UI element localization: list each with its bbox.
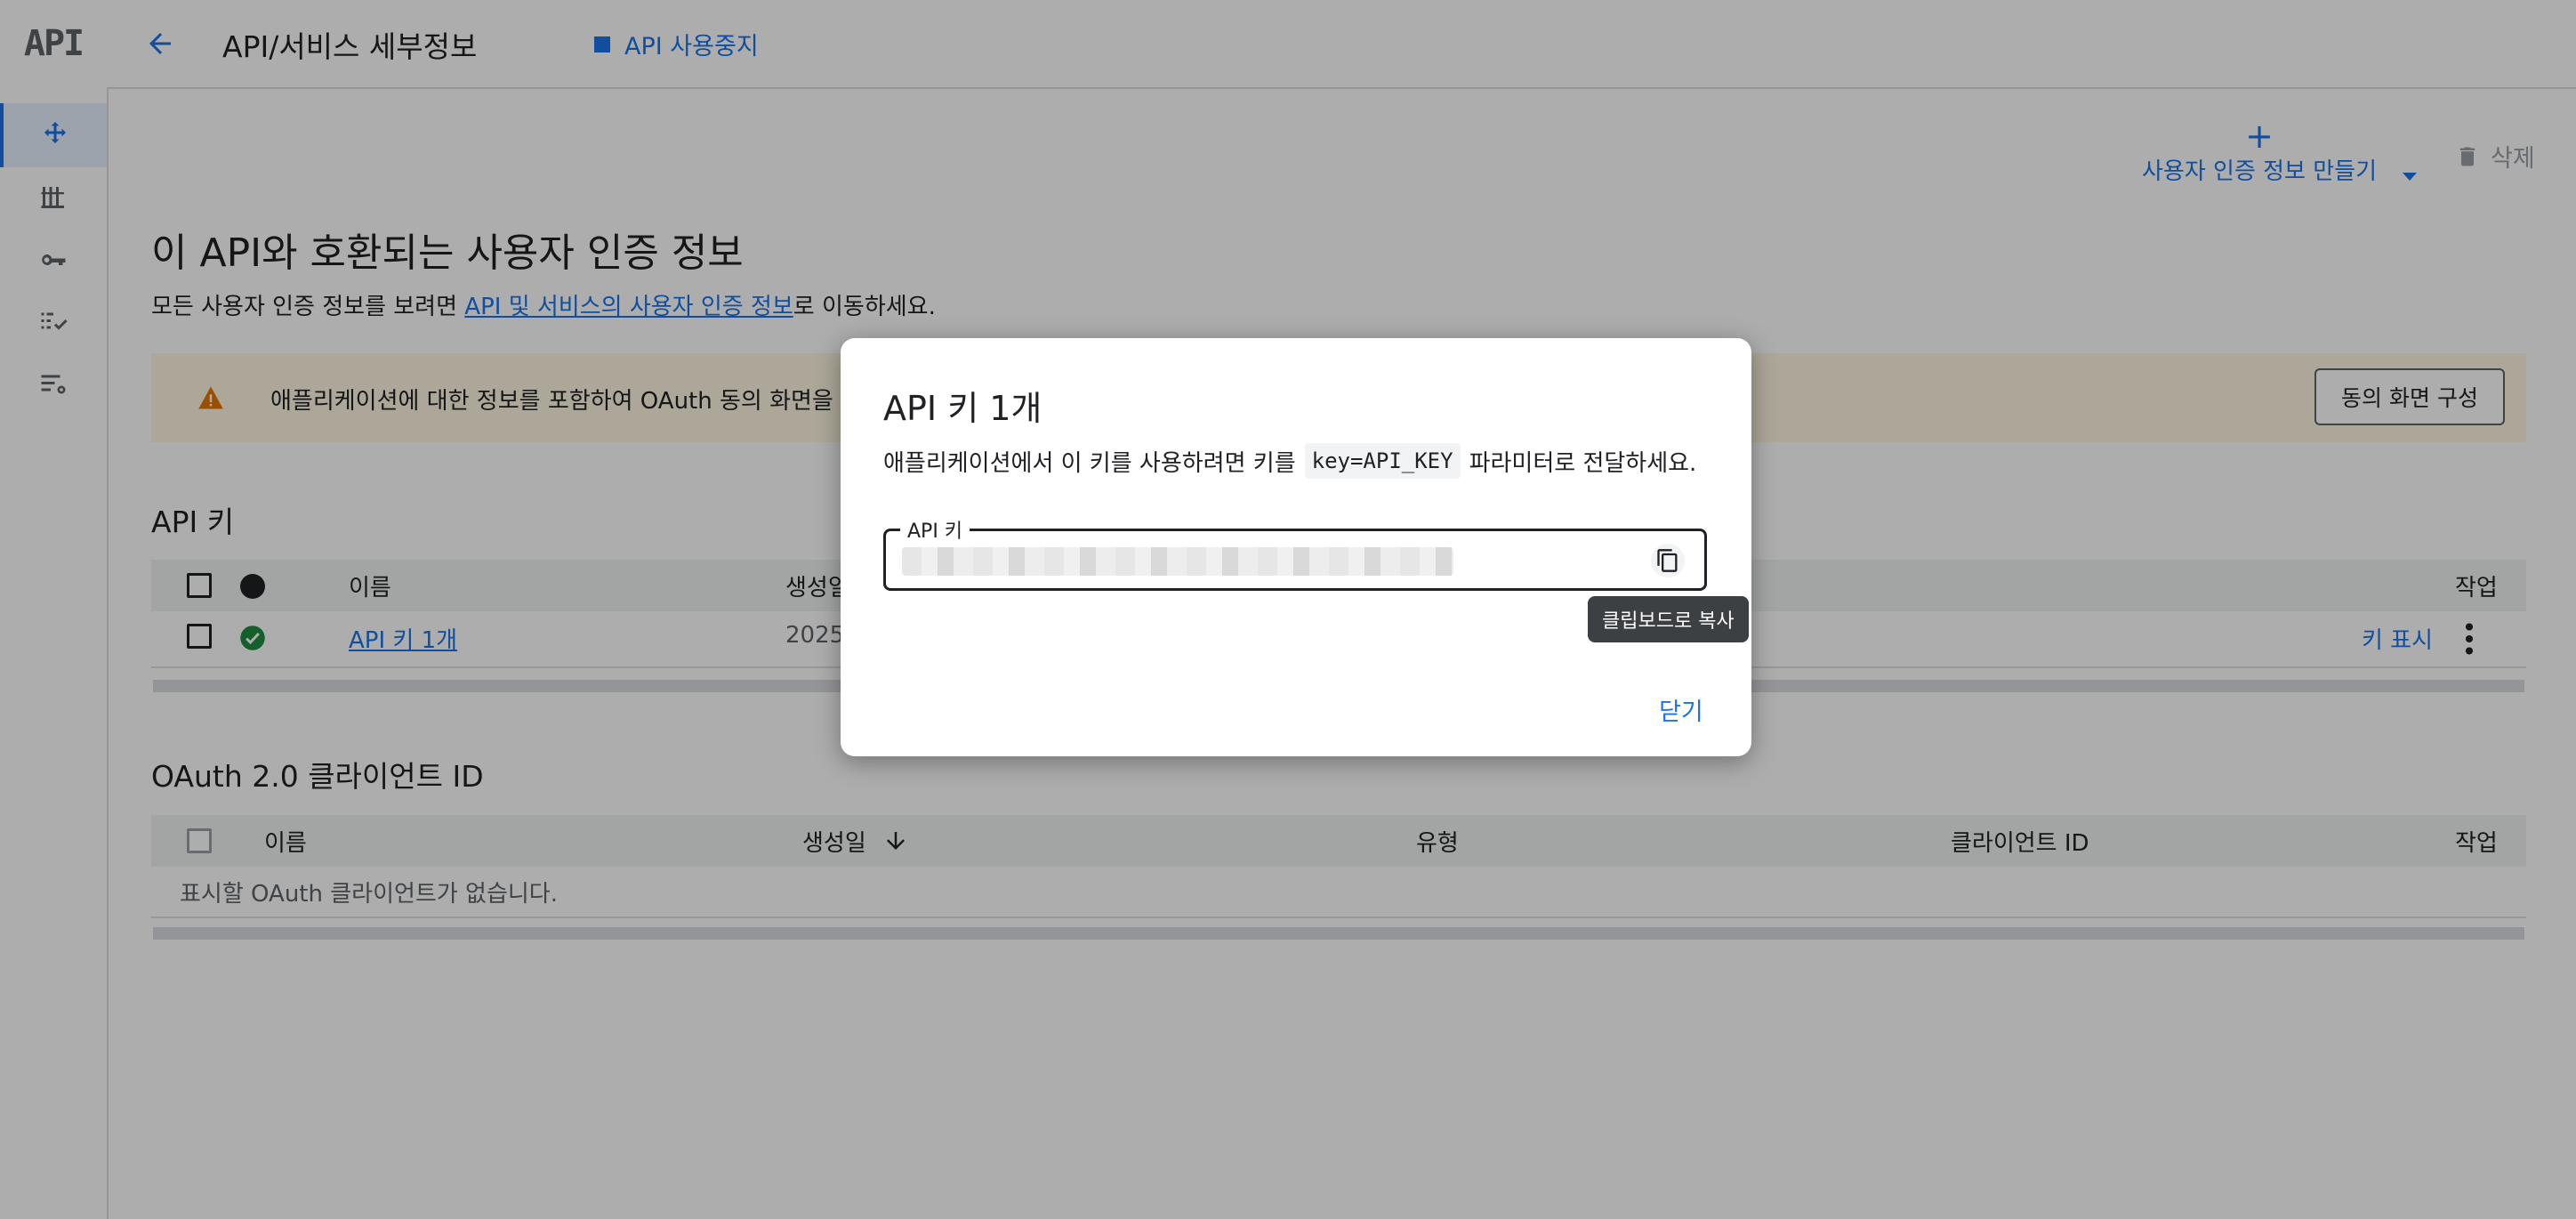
- dialog-description: 애플리케이션에서 이 키를 사용하려면 키를 key=API_KEY 파라미터로…: [883, 443, 1696, 479]
- close-button[interactable]: 닫기: [1659, 692, 1703, 727]
- copy-button[interactable]: [1651, 544, 1685, 577]
- dialog-desc-prefix: 애플리케이션에서 이 키를 사용하려면 키를: [883, 449, 1296, 477]
- key-param-code: key=API_KEY: [1304, 443, 1461, 479]
- api-key-field[interactable]: API 키: [883, 515, 1707, 591]
- copy-tooltip: 클립보드로 복사: [1588, 596, 1749, 642]
- copy-icon: [1657, 549, 1678, 572]
- dialog-desc-suffix: 파라미터로 전달하세요.: [1469, 449, 1697, 477]
- api-key-value-redacted[interactable]: [902, 547, 1453, 576]
- page-root: API API/서비스 세부정보 API 사용중지 + 사용자 인증 정보 만들…: [0, 0, 2576, 1219]
- api-key-dialog: API 키 1개 애플리케이션에서 이 키를 사용하려면 키를 key=API_…: [841, 338, 1751, 756]
- dialog-title: API 키 1개: [883, 389, 1042, 428]
- api-key-field-label: API 키: [900, 515, 970, 544]
